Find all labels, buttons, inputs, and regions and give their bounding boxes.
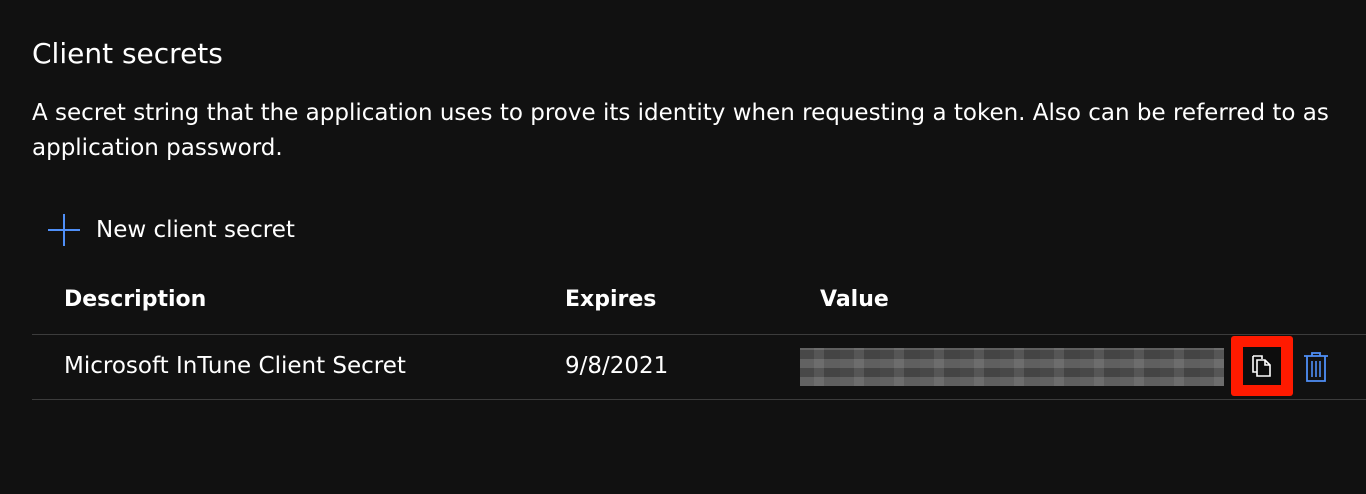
copy-icon xyxy=(1252,355,1271,377)
column-header-expires[interactable]: Expires xyxy=(565,285,656,315)
section-description: A secret string that the application use… xyxy=(32,100,1329,161)
secret-value-masked xyxy=(800,348,1224,386)
section-title: Client secrets xyxy=(32,37,223,70)
copy-to-clipboard-button[interactable] xyxy=(1231,336,1293,396)
table-row: Microsoft InTune Client Secret 9/8/2021 xyxy=(32,335,1366,400)
client-secrets-panel: Client secrets A secret string that the … xyxy=(0,0,1366,494)
delete-icon xyxy=(1304,352,1328,382)
delete-secret-button[interactable] xyxy=(1298,349,1334,385)
column-header-value[interactable]: Value xyxy=(820,285,889,315)
table-header: Description Expires Value xyxy=(32,275,1366,335)
client-secrets-table: Description Expires Value Microsoft InTu… xyxy=(32,275,1366,400)
column-header-description[interactable]: Description xyxy=(64,285,206,315)
secret-expires: 9/8/2021 xyxy=(565,353,669,379)
plus-icon xyxy=(48,214,80,246)
copy-icon-frame xyxy=(1243,347,1281,385)
secret-description: Microsoft InTune Client Secret xyxy=(64,353,406,379)
new-client-secret-button[interactable]: New client secret xyxy=(44,208,303,252)
new-client-secret-label: New client secret xyxy=(96,217,295,243)
